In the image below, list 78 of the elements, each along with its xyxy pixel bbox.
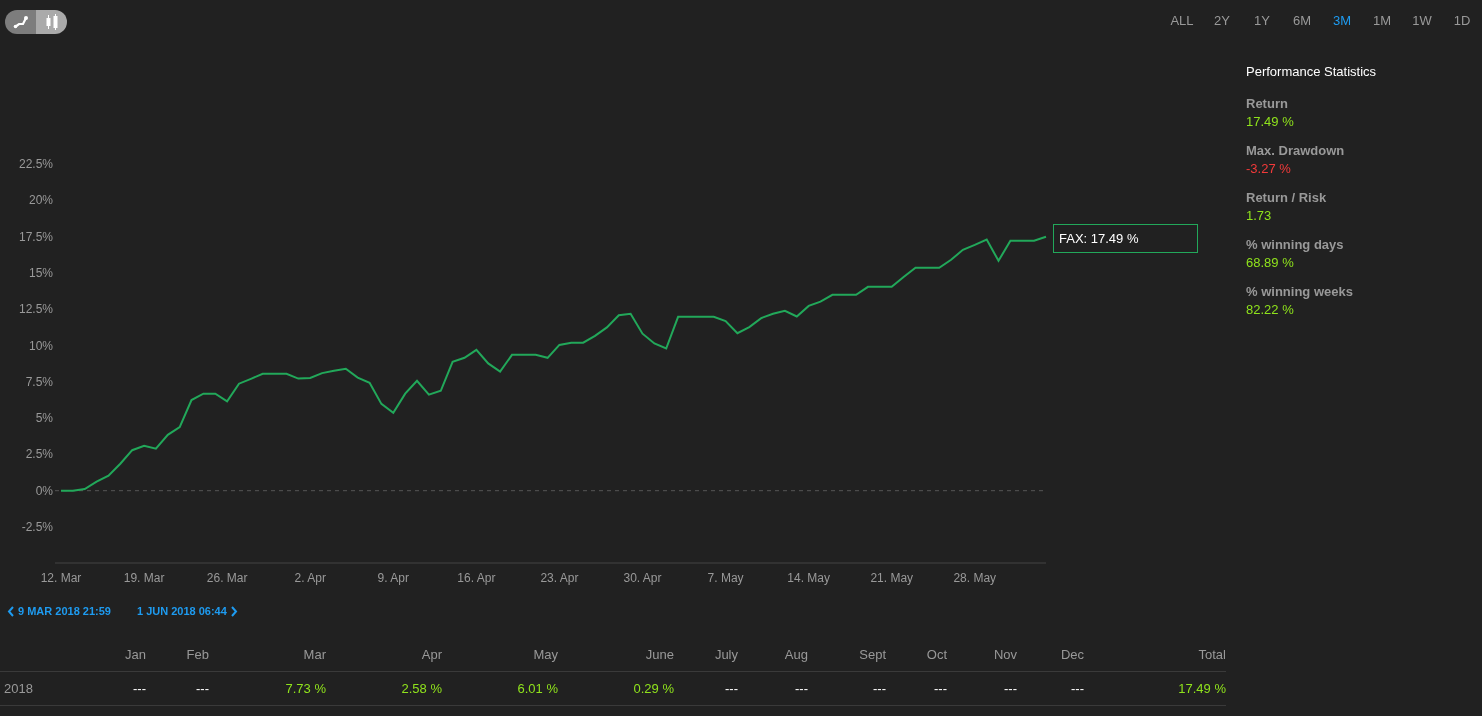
stat-value: 68.89 % — [1246, 255, 1295, 270]
stat-label: Max. Drawdown — [1246, 143, 1346, 158]
x-axis-label: 12. Mar — [40, 571, 82, 585]
column-header: Aug — [783, 646, 808, 664]
y-axis-label: 22.5% — [18, 157, 53, 171]
column-header: May — [532, 646, 558, 664]
range-tab[interactable]: ALL — [1162, 13, 1202, 28]
table-cell: --- — [674, 671, 738, 706]
y-axis-label: 10% — [28, 338, 53, 353]
stat-value: 1.73 — [1246, 208, 1273, 223]
x-axis-label: 2. Apr — [294, 571, 326, 585]
range-tab[interactable]: 2Y — [1202, 13, 1242, 28]
stat-label: % winning weeks — [1246, 284, 1354, 299]
table-cell: --- — [886, 671, 947, 706]
table-cell: 0.29 % — [558, 671, 674, 706]
table-cell: --- — [100, 671, 146, 706]
column-header: Total — [1197, 646, 1226, 664]
column-header: Apr — [420, 646, 442, 664]
y-axis-label: 2.5% — [25, 447, 53, 462]
x-axis-label: 21. May — [870, 571, 914, 585]
range-tab[interactable]: 1D — [1442, 13, 1482, 28]
range-tab[interactable]: 3M — [1322, 13, 1362, 28]
table-cell: 17.49 % — [1084, 671, 1226, 706]
stat-value: -3.27 % — [1246, 161, 1292, 176]
table-cell: 7.73 % — [209, 671, 326, 706]
x-axis-label: 19. Mar — [123, 571, 165, 585]
stat-label: Return — [1246, 96, 1289, 111]
x-axis-label: 30. Apr — [623, 571, 662, 585]
y-axis-label: 20% — [28, 193, 53, 208]
column-header: June — [644, 646, 674, 664]
x-axis-label: 7. May — [707, 571, 744, 585]
previous-date-link[interactable]: 9 MAR 2018 21:59 — [7, 604, 111, 618]
stat-value: 82.22 % — [1246, 302, 1295, 317]
chevron-right-icon — [230, 605, 238, 617]
range-tab[interactable]: 6M — [1282, 13, 1322, 28]
column-header: Dec — [1059, 646, 1084, 664]
table-cell: --- — [738, 671, 808, 706]
y-axis-label: 12.5% — [18, 302, 53, 317]
column-header: Sept — [858, 646, 886, 664]
stat-label: % winning days — [1246, 237, 1345, 252]
y-axis-label: 0% — [35, 483, 53, 498]
line-chart-button[interactable] — [5, 10, 36, 34]
line-chart-icon — [12, 15, 29, 29]
table-cell: --- — [146, 671, 209, 706]
range-tab[interactable]: 1W — [1402, 13, 1442, 28]
column-header: Jan — [124, 646, 146, 664]
year-cell: 2018 — [0, 671, 100, 706]
candlestick-chart-button[interactable] — [36, 10, 67, 34]
table-cell: --- — [1017, 671, 1084, 706]
column-header: Feb — [185, 646, 209, 664]
stat-label: Return / Risk — [1246, 190, 1328, 205]
y-axis-label: 15% — [28, 265, 53, 280]
y-axis-label: 5% — [35, 411, 53, 426]
x-axis-label: 14. May — [787, 571, 830, 585]
range-tab[interactable]: 1M — [1362, 13, 1402, 28]
column-header: Nov — [992, 646, 1017, 664]
y-axis-label: -2.5% — [21, 520, 53, 534]
table-cell: 6.01 % — [442, 671, 558, 706]
value-tooltip: FAX: 17.49 % — [1053, 224, 1198, 253]
stats-title: Performance Statistics — [1246, 64, 1377, 79]
table-cell: --- — [808, 671, 886, 706]
chevron-left-icon — [7, 605, 14, 617]
table-cell: 2.58 % — [326, 671, 442, 706]
x-axis-label: 26. Mar — [206, 571, 248, 585]
column-header: July — [713, 646, 738, 664]
column-header: Mar — [302, 646, 326, 664]
x-axis-label: 23. Apr — [540, 571, 579, 585]
y-axis-label: 7.5% — [25, 374, 53, 389]
x-axis-label: 9. Apr — [377, 571, 409, 585]
column-header: Oct — [925, 646, 947, 664]
x-axis-label: 16. Apr — [457, 571, 496, 585]
next-date-link[interactable]: 1 JUN 2018 06:44 — [136, 604, 238, 618]
range-tab[interactable]: 1Y — [1242, 13, 1282, 28]
y-axis-label: 17.5% — [18, 229, 53, 244]
table-cell: --- — [947, 671, 1017, 706]
candlestick-icon — [44, 14, 59, 30]
x-axis-label: 28. May — [953, 571, 997, 585]
stat-value: 17.49 % — [1246, 114, 1295, 129]
